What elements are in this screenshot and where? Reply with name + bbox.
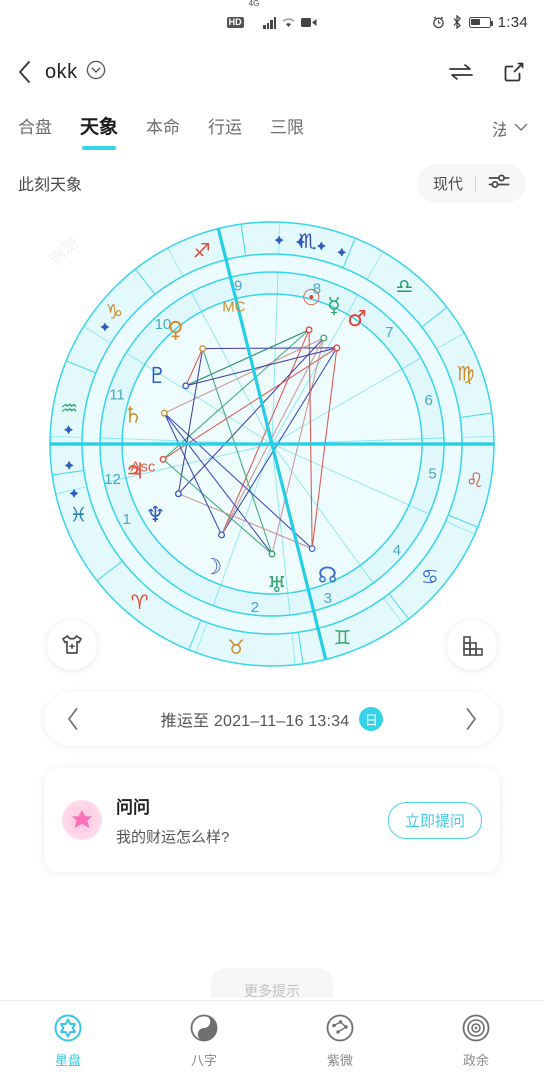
chart-wheel-svg[interactable]: ♑♐ ♏♎♍♌♋♊♉♈♓♒ 123456789101112 ☉ ☿♂♀♄♃♇♆☽♅ ☊… xyxy=(0,212,544,682)
chart-mode-pill[interactable]: 现代 xyxy=(416,163,526,203)
planet-glyph-sun: ☉ xyxy=(301,286,321,311)
tshirt-icon xyxy=(62,635,82,654)
divider xyxy=(475,174,476,192)
wifi-icon xyxy=(282,17,295,27)
sign-glyph-taurus: ♉ xyxy=(227,635,245,659)
pink-star-avatar xyxy=(62,800,102,840)
house-number-1: 1 xyxy=(123,511,131,528)
bluetooth-icon xyxy=(453,15,461,29)
sign-glyph-libra: ♎ xyxy=(395,274,413,298)
app-root: HD 4G 1:34 okk 合盘 天象 本命 行运 三限 法 此刻天象 现代 … xyxy=(0,0,544,1080)
app-header: okk xyxy=(0,44,544,100)
ask-card-text: 问问 我的财运怎么样? xyxy=(116,793,374,847)
nav-label-ziwei: 紫微 xyxy=(326,1052,353,1068)
more-content-peek[interactable]: 更多提示 xyxy=(211,968,333,998)
nav-label-xingpan: 星盘 xyxy=(54,1052,81,1068)
sign-glyph-gemini: ♊ xyxy=(333,626,351,650)
axis-label-mc: MC xyxy=(222,298,245,315)
house-number-12: 12 xyxy=(104,471,121,488)
tab-tianxiang[interactable]: 天象 xyxy=(80,112,118,150)
swap-arrows-icon[interactable] xyxy=(448,62,474,82)
video-record-icon xyxy=(301,17,317,27)
hd-icon: HD xyxy=(226,16,244,28)
planet-glyph-uranus: ♅ xyxy=(267,573,287,598)
chevron-down-circle-icon[interactable] xyxy=(86,60,106,85)
star-chart-icon xyxy=(54,1014,82,1041)
ask-card-question: 我的财运怎么样? xyxy=(116,829,230,846)
alarm-icon xyxy=(432,16,444,28)
house-number-6: 6 xyxy=(425,392,433,409)
nav-item-ziwei[interactable]: 紫微 xyxy=(272,1013,408,1069)
ask-question-card[interactable]: 问问 我的财运怎么样? 立即提问 xyxy=(44,768,500,872)
house-number-7: 7 xyxy=(385,324,393,341)
tab-sanxian[interactable]: 三限 xyxy=(270,113,304,142)
sign-glyph-leo: ♌ xyxy=(466,468,484,492)
tab-xingyun[interactable]: 行运 xyxy=(208,113,242,142)
status-bar-right-icons: 1:34 xyxy=(432,0,528,44)
date-unit-badge[interactable]: 日 xyxy=(359,707,384,731)
astrology-chart[interactable]: 测测 ♑ ♐ ♏ ♎ ♍ ♌ ♋ ♊ ♉ ♈ ♓ ♒ 1 2 3 4 5 6 7 8 9 10 11 12 ☉ ☿ ♂ ♀ ♄ ♃ ♇ ♆… xyxy=(0,212,544,682)
nav-item-zhengyu[interactable]: 政余 xyxy=(408,1013,544,1069)
sign-glyph-aries: ♈ xyxy=(131,590,149,614)
sign-glyph-capricorn: ♑ xyxy=(105,300,123,324)
concentric-circles-icon xyxy=(462,1014,490,1041)
chart-section-title: 此刻天象 xyxy=(18,177,83,194)
sliders-filter-icon[interactable] xyxy=(488,172,510,195)
battery-icon xyxy=(468,16,494,28)
nav-item-bazi[interactable]: 八字 xyxy=(136,1013,272,1069)
sub-header: 此刻天象 现代 xyxy=(0,154,544,212)
page-title: okk xyxy=(45,60,78,83)
share-external-icon[interactable] xyxy=(502,60,526,84)
tab-overflow-control[interactable]: 法 xyxy=(492,116,530,138)
status-bar-time: 1:34 xyxy=(497,13,528,31)
date-display[interactable]: 推运至 2021–11–16 13:34 日 xyxy=(161,707,384,731)
house-number-2: 2 xyxy=(251,599,259,616)
tab-hepan[interactable]: 合盘 xyxy=(18,113,52,142)
ask-card-title: 问问 xyxy=(116,798,150,817)
ask-now-button[interactable]: 立即提问 xyxy=(387,801,482,839)
axis-label-asc: Asc xyxy=(130,458,156,475)
planet-glyph-neptune: ♆ xyxy=(146,503,166,528)
constellation-icon xyxy=(326,1014,354,1041)
planet-glyph-mercury: ☿ xyxy=(327,294,341,319)
tab-overflow-partial-label: 法 xyxy=(492,121,506,138)
date-navigation-bar[interactable]: 推运至 2021–11–16 13:34 日 xyxy=(44,692,500,746)
nav-label-zhengyu: 政余 xyxy=(462,1052,489,1068)
back-icon[interactable] xyxy=(18,61,31,83)
sign-glyph-cancer: ♋ xyxy=(421,564,439,588)
planet-glyph-pluto: ♇ xyxy=(147,364,167,389)
nav-item-xingpan[interactable]: 星盘 xyxy=(0,1013,136,1069)
sign-glyph-sagittarius: ♐ xyxy=(193,238,211,262)
status-bar: HD 4G 1:34 xyxy=(0,0,544,44)
chart-mode-label: 现代 xyxy=(432,175,463,193)
chevron-down-icon[interactable] xyxy=(512,118,530,136)
chevron-left-icon[interactable] xyxy=(66,707,80,731)
tab-bar: 合盘 天象 本命 行运 三限 法 xyxy=(0,100,544,154)
planet-glyph-mars: ♂ xyxy=(347,307,367,332)
bottom-navigation: 星盘 八字 紫微 政余 xyxy=(0,1000,544,1080)
planet-glyph-venus: ♀ xyxy=(168,318,184,343)
planet-glyph-saturn: ♄ xyxy=(123,403,143,428)
tab-benming[interactable]: 本命 xyxy=(146,113,180,142)
planet-glyph-moon: ☽ xyxy=(203,555,223,580)
planet-glyph-north-node: ☊ xyxy=(318,564,338,589)
chevron-right-icon[interactable] xyxy=(464,707,478,731)
signal-icon xyxy=(263,16,277,29)
aspect-grid-icon xyxy=(463,636,483,656)
house-number-9: 9 xyxy=(234,278,242,295)
aspect-grid-icon-button[interactable] xyxy=(447,620,497,670)
sign-glyph-virgo: ♍ xyxy=(457,362,475,386)
house-number-4: 4 xyxy=(393,542,401,559)
house-number-3: 3 xyxy=(324,590,332,607)
peek-label: 更多提示 xyxy=(244,983,300,998)
house-number-5: 5 xyxy=(428,465,436,482)
sign-glyph-pisces: ♓ xyxy=(69,502,87,526)
date-label: 推运至 2021–11–16 13:34 xyxy=(160,713,350,730)
sign-glyph-aquarius: ♒ xyxy=(60,396,78,420)
yin-yang-icon xyxy=(190,1014,218,1041)
nav-label-bazi: 八字 xyxy=(190,1052,217,1068)
network-type-label: 4G xyxy=(248,0,260,8)
tshirt-icon-button[interactable] xyxy=(47,620,97,670)
house-number-11: 11 xyxy=(109,387,125,404)
